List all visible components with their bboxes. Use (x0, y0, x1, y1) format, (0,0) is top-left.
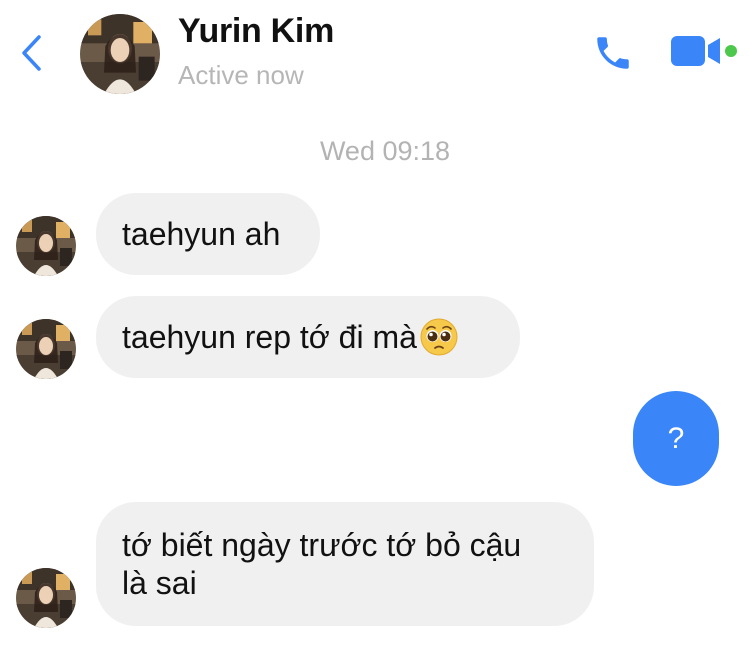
contact-avatar[interactable] (80, 14, 160, 94)
pleading-face-emoji (420, 318, 458, 356)
conversation-header: Yurin Kim Active now (0, 0, 750, 108)
outgoing-message-bubble[interactable]: ? (633, 391, 719, 486)
contact-name[interactable]: Yurin Kim (178, 12, 334, 51)
message-text: ? (667, 421, 685, 455)
sender-avatar[interactable] (16, 568, 76, 628)
back-button[interactable] (14, 32, 48, 74)
sender-avatar[interactable] (16, 216, 76, 276)
active-status: Active now (178, 60, 304, 90)
incoming-message-bubble[interactable]: taehyun ah (96, 193, 320, 275)
message-text: taehyun rep tớ đi mà (122, 319, 417, 355)
sender-avatar[interactable] (16, 319, 76, 379)
incoming-message-bubble[interactable]: tớ biết ngày trước tớ bỏ cậu là sai (96, 502, 594, 626)
message-timestamp: Wed 09:18 (319, 136, 451, 166)
online-indicator (725, 45, 737, 57)
message-text: taehyun ah (122, 216, 281, 252)
video-call-button[interactable] (668, 32, 740, 72)
audio-call-button[interactable] (588, 28, 638, 78)
video-camera-icon (671, 36, 737, 66)
phone-icon (597, 37, 629, 69)
message-text: tớ biết ngày trước tớ bỏ cậu là sai (122, 527, 522, 601)
chevron-left-icon (22, 35, 41, 71)
incoming-message-bubble[interactable]: taehyun rep tớ đi mà (96, 296, 520, 378)
